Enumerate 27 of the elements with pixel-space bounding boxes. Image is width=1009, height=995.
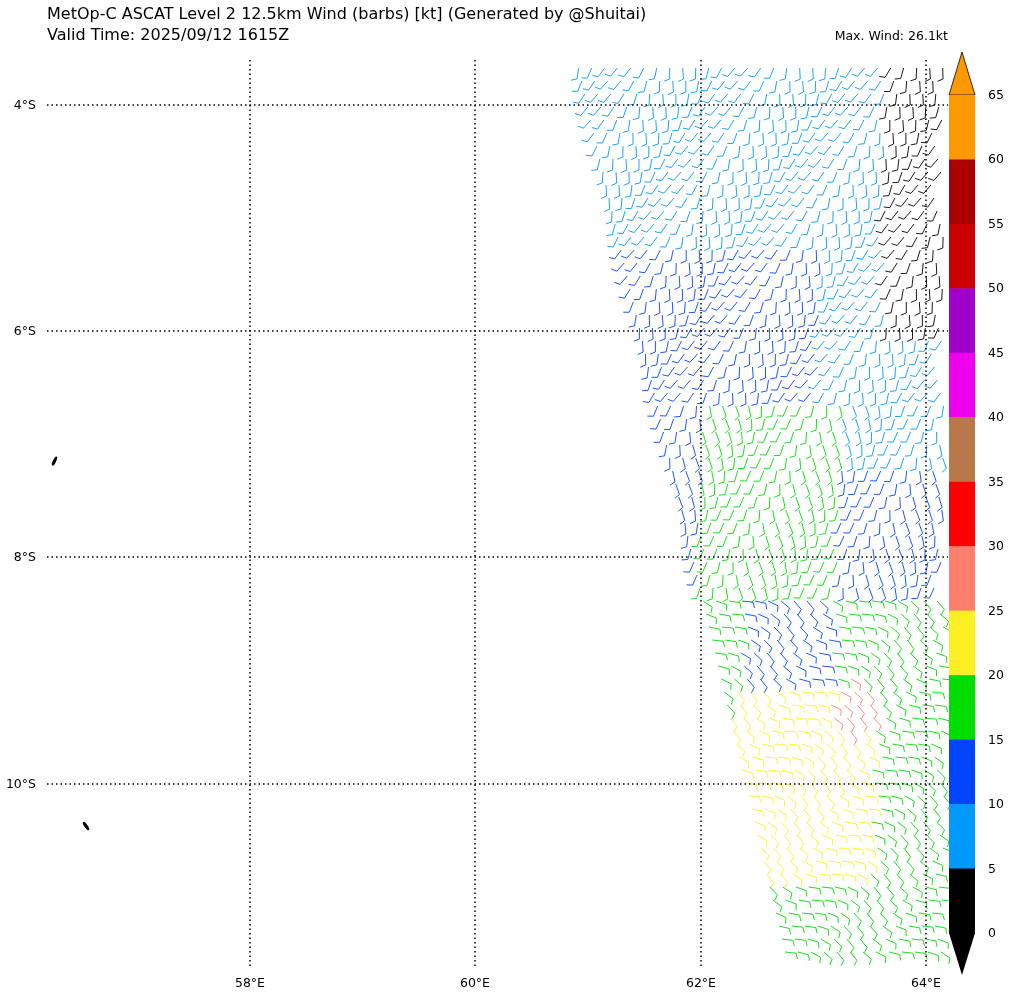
colorbar-tick-label: 30	[988, 538, 1004, 554]
colorbar-tick-label: 35	[988, 473, 1004, 489]
colorbar-tick-label: 40	[988, 409, 1004, 425]
valid-time: Valid Time: 2025/09/12 1615Z	[47, 25, 290, 44]
longitude-label: 58°E	[234, 975, 266, 990]
longitude-label: 62°E	[685, 975, 717, 990]
colorbar-tick-label: 10	[988, 796, 1004, 812]
colorbar-tick-label: 25	[988, 602, 1004, 618]
colorbar-tick-label: 65	[988, 87, 1004, 102]
colorbar-tick-label: 20	[988, 667, 1004, 683]
colorbar-tick-label: 0	[988, 925, 996, 940]
colorbar-tick-label: 5	[988, 860, 996, 876]
island-shape	[82, 821, 90, 831]
island-shape	[51, 456, 58, 466]
latitude-label: 4°S	[13, 97, 36, 112]
longitude-label: 64°E	[910, 975, 942, 990]
latitude-label: 8°S	[13, 549, 36, 564]
colorbar-tick-label: 55	[988, 215, 1004, 231]
longitude-label: 60°E	[459, 975, 491, 990]
colorbar-tick-label: 45	[988, 344, 1004, 360]
colorbar-tick-label: 50	[988, 280, 1004, 296]
max-wind: Max. Wind: 26.1kt	[834, 28, 948, 43]
chart-title: MetOp-C ASCAT Level 2 12.5km Wind (barbs) [kt] (Generated by @Shuitai)	[47, 4, 647, 23]
latitude-label: 10°S	[5, 776, 36, 791]
colorbar-tick-label: 15	[988, 731, 1004, 747]
latitude-label: 6°S	[13, 323, 36, 338]
colorbar-tick-label: 60	[988, 151, 1004, 167]
